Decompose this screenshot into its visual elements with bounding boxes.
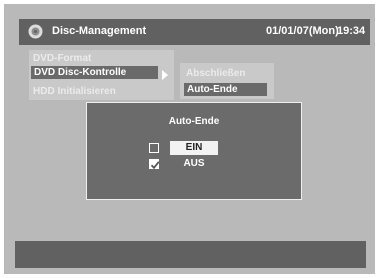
page-title: Disc-Management (52, 25, 147, 37)
menu-item-dvd-format[interactable]: DVD-Format (33, 53, 91, 64)
check-icon (150, 161, 160, 170)
time-display: 19:34 (337, 25, 366, 37)
main-menu: DVD-Format DVD Disc-Kontrolle HDD Initia… (29, 50, 174, 100)
disc-icon (28, 24, 43, 39)
menu-item-dvd-disc-kontrolle[interactable]: DVD Disc-Kontrolle (31, 66, 158, 79)
status-bar (15, 241, 366, 268)
submenu-item-abschliessen[interactable]: Abschließen (186, 68, 245, 79)
auto-ende-dialog: Auto-Ende EIN AUS (86, 102, 302, 200)
ein-checkbox[interactable] (149, 143, 159, 153)
aus-option-button[interactable]: AUS (170, 157, 218, 171)
title-bar: Disc-Management 01/01/07(Mon) 19:34 (19, 19, 370, 45)
menu-item-hdd-initialisieren[interactable]: HDD Initialisieren (33, 86, 116, 97)
aus-checkbox[interactable] (149, 159, 160, 170)
date-display: 01/01/07(Mon) (266, 25, 339, 37)
dialog-title: Auto-Ende (168, 116, 220, 127)
chevron-right-icon (162, 70, 168, 80)
submenu-item-auto-ende[interactable]: Auto-Ende (184, 83, 267, 96)
ein-option-button[interactable]: EIN (170, 141, 218, 155)
sub-menu: Abschließen Auto-Ende (180, 63, 274, 99)
